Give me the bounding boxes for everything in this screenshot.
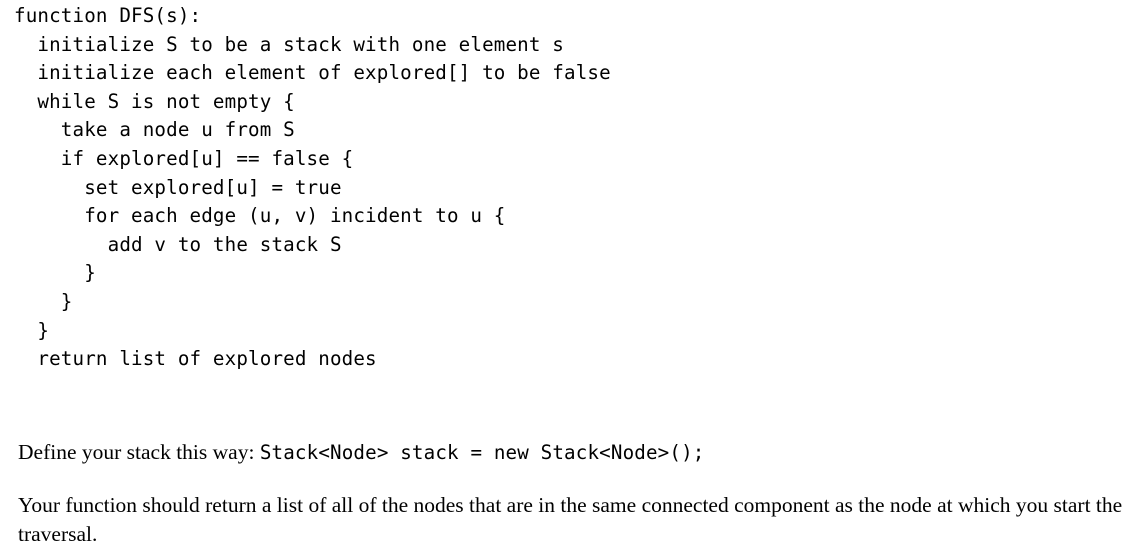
- code-line: set explored[u] = true: [14, 175, 342, 199]
- stack-declaration-code: Stack<Node> stack = new Stack<Node>();: [259, 440, 705, 464]
- code-line: function DFS(s):: [14, 4, 202, 27]
- return-description-paragraph: Your function should return a list of al…: [18, 492, 1123, 546]
- code-line: initialize S to be a stack with one elem…: [14, 32, 564, 56]
- define-stack-lead-text: Define your stack this way:: [18, 439, 260, 464]
- code-line: for each edge (u, v) incident to u {: [14, 204, 506, 228]
- code-line: }: [14, 261, 96, 285]
- code-line: }: [14, 318, 50, 342]
- code-line: if explored[u] == false {: [14, 146, 354, 170]
- pseudocode-block: function DFS(s): initialize S to be a st…: [14, 2, 1114, 374]
- code-line: take a node u from S: [14, 118, 295, 142]
- code-line: return list of explored nodes: [14, 347, 377, 371]
- document-page: function DFS(s): initialize S to be a st…: [0, 0, 1138, 546]
- code-line: initialize each element of explored[] to…: [14, 61, 611, 85]
- code-line: }: [14, 289, 73, 313]
- define-stack-paragraph: Define your stack this way: Stack<Node> …: [18, 438, 1118, 467]
- code-line: while S is not empty {: [14, 89, 295, 113]
- code-line: add v to the stack S: [14, 232, 342, 256]
